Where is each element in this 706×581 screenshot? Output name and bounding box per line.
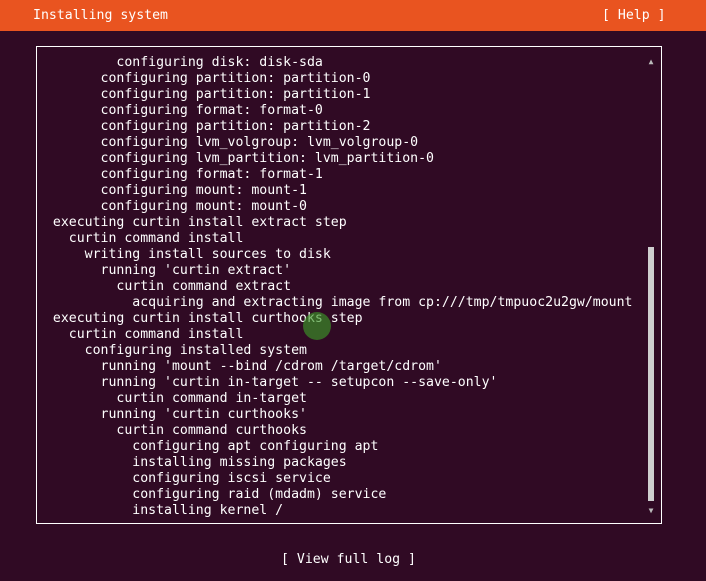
log-line: running 'curtin curthooks' <box>37 407 307 422</box>
install-log-panel[interactable]: configuring disk: disk-sda configuring p… <box>36 46 662 524</box>
log-line: configuring mount: mount-0 <box>37 199 307 214</box>
help-button[interactable]: [ Help ] <box>602 7 666 25</box>
view-full-log-button[interactable]: [ View full log ] <box>281 551 416 569</box>
log-line: curtin command install <box>37 231 244 246</box>
scroll-up-icon[interactable]: ▲ <box>645 56 657 68</box>
log-line: acquiring and extracting image from cp:/… <box>37 295 633 310</box>
log-scrollbar[interactable]: ▲ ▼ <box>645 56 657 517</box>
log-line: configuring raid (mdadm) service <box>37 487 387 502</box>
log-line: configuring apt configuring apt <box>37 439 379 454</box>
log-line: configuring iscsi service <box>37 471 331 486</box>
scroll-thumb[interactable] <box>648 247 654 501</box>
scroll-down-icon[interactable]: ▼ <box>645 505 657 517</box>
log-line: configuring partition: partition-0 <box>37 71 371 86</box>
log-line: installing kernel / <box>37 503 284 518</box>
header-bar: Installing system [ Help ] <box>0 0 706 31</box>
log-line: configuring format: format-0 <box>37 103 323 118</box>
log-line: curtin command extract <box>37 279 292 294</box>
log-line: configuring partition: partition-1 <box>37 87 371 102</box>
log-line: curtin command install <box>37 327 244 342</box>
page-title: Installing system <box>33 8 168 23</box>
log-line: curtin command curthooks <box>37 423 307 438</box>
log-line: running 'curtin extract' <box>37 263 292 278</box>
log-line: running 'curtin in-target -- setupcon --… <box>37 375 498 390</box>
log-line: configuring mount: mount-1 <box>37 183 307 198</box>
log-line: configuring lvm_partition: lvm_partition… <box>37 151 434 166</box>
log-line: configuring installed system <box>37 343 307 358</box>
log-line: curtin command in-target <box>37 391 307 406</box>
log-line: executing curtin install curthooks step <box>37 311 363 326</box>
log-line: configuring partition: partition-2 <box>37 119 371 134</box>
log-lines: configuring disk: disk-sda configuring p… <box>37 55 647 519</box>
log-line: configuring format: format-1 <box>37 167 323 182</box>
log-line: writing install sources to disk <box>37 247 331 262</box>
log-line: executing curtin install extract step <box>37 215 347 230</box>
log-line: installing missing packages <box>37 455 347 470</box>
log-line: running 'mount --bind /cdrom /target/cdr… <box>37 359 442 374</box>
mouse-cursor-indicator <box>303 312 331 340</box>
log-line: configuring lvm_volgroup: lvm_volgroup-0 <box>37 135 419 150</box>
log-line: configuring disk: disk-sda <box>37 55 323 70</box>
